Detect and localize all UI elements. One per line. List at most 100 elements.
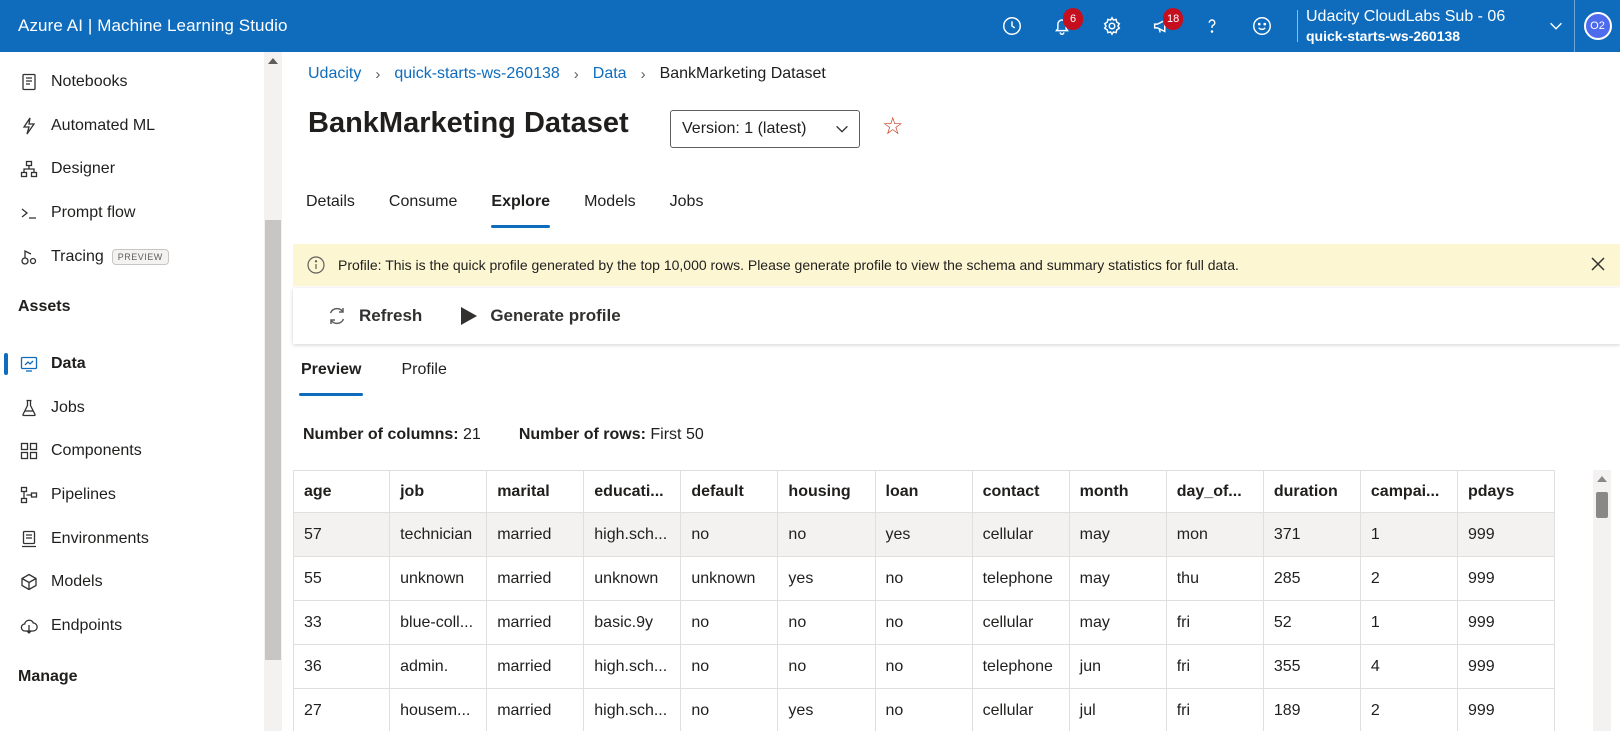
tab-profile[interactable]: Profile	[399, 352, 448, 396]
avatar-button[interactable]: O2	[1574, 0, 1620, 52]
sidebar-item-components[interactable]: Components	[0, 431, 264, 471]
table-cell: no	[681, 601, 779, 644]
sidebar-item-tracing[interactable]: Tracing PREVIEW	[0, 237, 264, 277]
data-preview-grid: age job marital educati... default housing loa…	[293, 470, 1555, 731]
announcements-button[interactable]: 18	[1137, 0, 1187, 52]
grid-scrollbar[interactable]	[1593, 470, 1611, 731]
column-header[interactable]: contact	[973, 471, 1070, 512]
sidebar-item-environments[interactable]: Environments	[0, 519, 264, 559]
table-cell: 52	[1264, 601, 1361, 644]
automl-icon	[18, 115, 40, 137]
table-cell: unknown	[681, 557, 779, 600]
components-icon	[18, 440, 40, 462]
grid-scroll-thumb[interactable]	[1596, 492, 1608, 518]
tab-models[interactable]: Models	[584, 184, 636, 228]
table-cell: admin.	[390, 645, 488, 688]
sidebar-item-jobs[interactable]: Jobs	[0, 388, 264, 428]
column-header[interactable]: default	[681, 471, 779, 512]
table-cell: high.sch...	[584, 513, 682, 556]
column-count-label: Number of columns:	[303, 426, 459, 443]
table-cell: basic.9y	[584, 601, 682, 644]
sidebar-scrollbar[interactable]	[264, 52, 282, 731]
table-cell: 33	[293, 601, 391, 644]
breadcrumb: Udacity › quick-starts-ws-260138 › Data …	[308, 60, 826, 88]
sidebar-item-automated-ml[interactable]: Automated ML	[0, 106, 264, 146]
sidebar-item-endpoints[interactable]: Endpoints	[0, 606, 264, 646]
sidebar-item-label: Jobs	[51, 399, 85, 416]
table-cell: telephone	[973, 645, 1070, 688]
table-cell: high.sch...	[584, 689, 682, 731]
column-header[interactable]: age	[293, 471, 391, 512]
history-icon[interactable]	[987, 0, 1037, 52]
table-row[interactable]: 57 technician married high.sch... no no yes cel…	[293, 513, 1555, 557]
close-icon[interactable]	[1588, 254, 1608, 274]
feedback-button[interactable]	[1237, 0, 1287, 52]
tab-details[interactable]: Details	[306, 184, 355, 228]
table-cell: housem...	[390, 689, 488, 731]
table-cell: 27	[293, 689, 391, 731]
column-header[interactable]: job	[390, 471, 488, 512]
table-row[interactable]: 33 blue-coll... married basic.9y no no no cellu…	[293, 601, 1555, 645]
table-cell: telephone	[973, 557, 1070, 600]
table-cell: may	[1070, 601, 1167, 644]
column-header[interactable]: marital	[487, 471, 585, 512]
manage-section-header: Manage	[18, 668, 78, 685]
refresh-button[interactable]: Refresh	[325, 304, 422, 328]
column-header[interactable]: month	[1070, 471, 1167, 512]
breadcrumb-link-udacity[interactable]: Udacity	[308, 65, 361, 83]
column-header[interactable]: duration	[1264, 471, 1361, 512]
notifications-button[interactable]: 6	[1037, 0, 1087, 52]
settings-button[interactable]	[1087, 0, 1137, 52]
help-button[interactable]	[1187, 0, 1237, 52]
page-tabs: Details Consume Explore Models Jobs	[306, 184, 737, 228]
column-header[interactable]: housing	[778, 471, 876, 512]
table-cell: 1	[1361, 513, 1458, 556]
account-switcher[interactable]: Udacity CloudLabs Sub - 06 quick-starts-…	[1306, 0, 1538, 52]
table-cell: 55	[293, 557, 391, 600]
column-header[interactable]: educati...	[584, 471, 682, 512]
table-row[interactable]: 55 unknown married unknown unknown yes no telep…	[293, 557, 1555, 601]
table-cell: married	[487, 557, 585, 600]
table-cell: fri	[1167, 601, 1264, 644]
sidebar-item-label: Pipelines	[51, 486, 116, 503]
notebook-icon	[18, 71, 40, 93]
column-header[interactable]: campai...	[1361, 471, 1458, 512]
sidebar-item-label: Tracing	[51, 248, 104, 265]
sidebar-item-prompt-flow[interactable]: Prompt flow	[0, 193, 264, 233]
tab-preview[interactable]: Preview	[299, 352, 364, 396]
table-cell: 999	[1458, 689, 1555, 731]
favorite-star-icon[interactable]: ☆	[882, 115, 904, 139]
column-header[interactable]: pdays	[1458, 471, 1555, 512]
table-row[interactable]: 36 admin. married high.sch... no no no telephon…	[293, 645, 1555, 689]
table-cell: may	[1070, 513, 1167, 556]
sidebar-item-models[interactable]: Models	[0, 562, 264, 602]
breadcrumb-link-data[interactable]: Data	[593, 65, 627, 83]
table-cell: 285	[1264, 557, 1361, 600]
sidebar-item-data[interactable]: Data	[0, 344, 264, 384]
tab-explore[interactable]: Explore	[491, 184, 550, 228]
table-cell: 371	[1264, 513, 1361, 556]
table-cell: cellular	[973, 689, 1070, 731]
scroll-up-icon[interactable]	[268, 58, 278, 64]
table-cell: 2	[1361, 557, 1458, 600]
sidebar-item-pipelines[interactable]: Pipelines	[0, 475, 264, 515]
table-cell: 57	[293, 513, 391, 556]
tab-consume[interactable]: Consume	[389, 184, 457, 228]
breadcrumb-link-workspace[interactable]: quick-starts-ws-260138	[394, 65, 559, 83]
tab-jobs[interactable]: Jobs	[670, 184, 704, 228]
generate-profile-button[interactable]: Generate profile	[456, 304, 621, 328]
column-header[interactable]: loan	[876, 471, 973, 512]
row-count: Number of rows: First 50	[519, 426, 704, 444]
sidebar-scroll-thumb[interactable]	[265, 220, 281, 660]
cloud-icon	[18, 615, 40, 637]
flask-icon	[18, 397, 40, 419]
sidebar-item-notebooks[interactable]: Notebooks	[0, 62, 264, 102]
sidebar-item-designer[interactable]: Designer	[0, 149, 264, 189]
scroll-up-icon[interactable]	[1597, 476, 1607, 482]
column-header[interactable]: day_of...	[1167, 471, 1264, 512]
chevron-down-icon[interactable]	[1538, 0, 1574, 52]
table-cell: no	[681, 645, 779, 688]
version-dropdown[interactable]: Version: 1 (latest)	[670, 110, 860, 148]
app-title[interactable]: Azure AI | Machine Learning Studio	[18, 16, 288, 36]
table-row[interactable]: 27 housem... married high.sch... no yes no cell…	[293, 689, 1555, 731]
